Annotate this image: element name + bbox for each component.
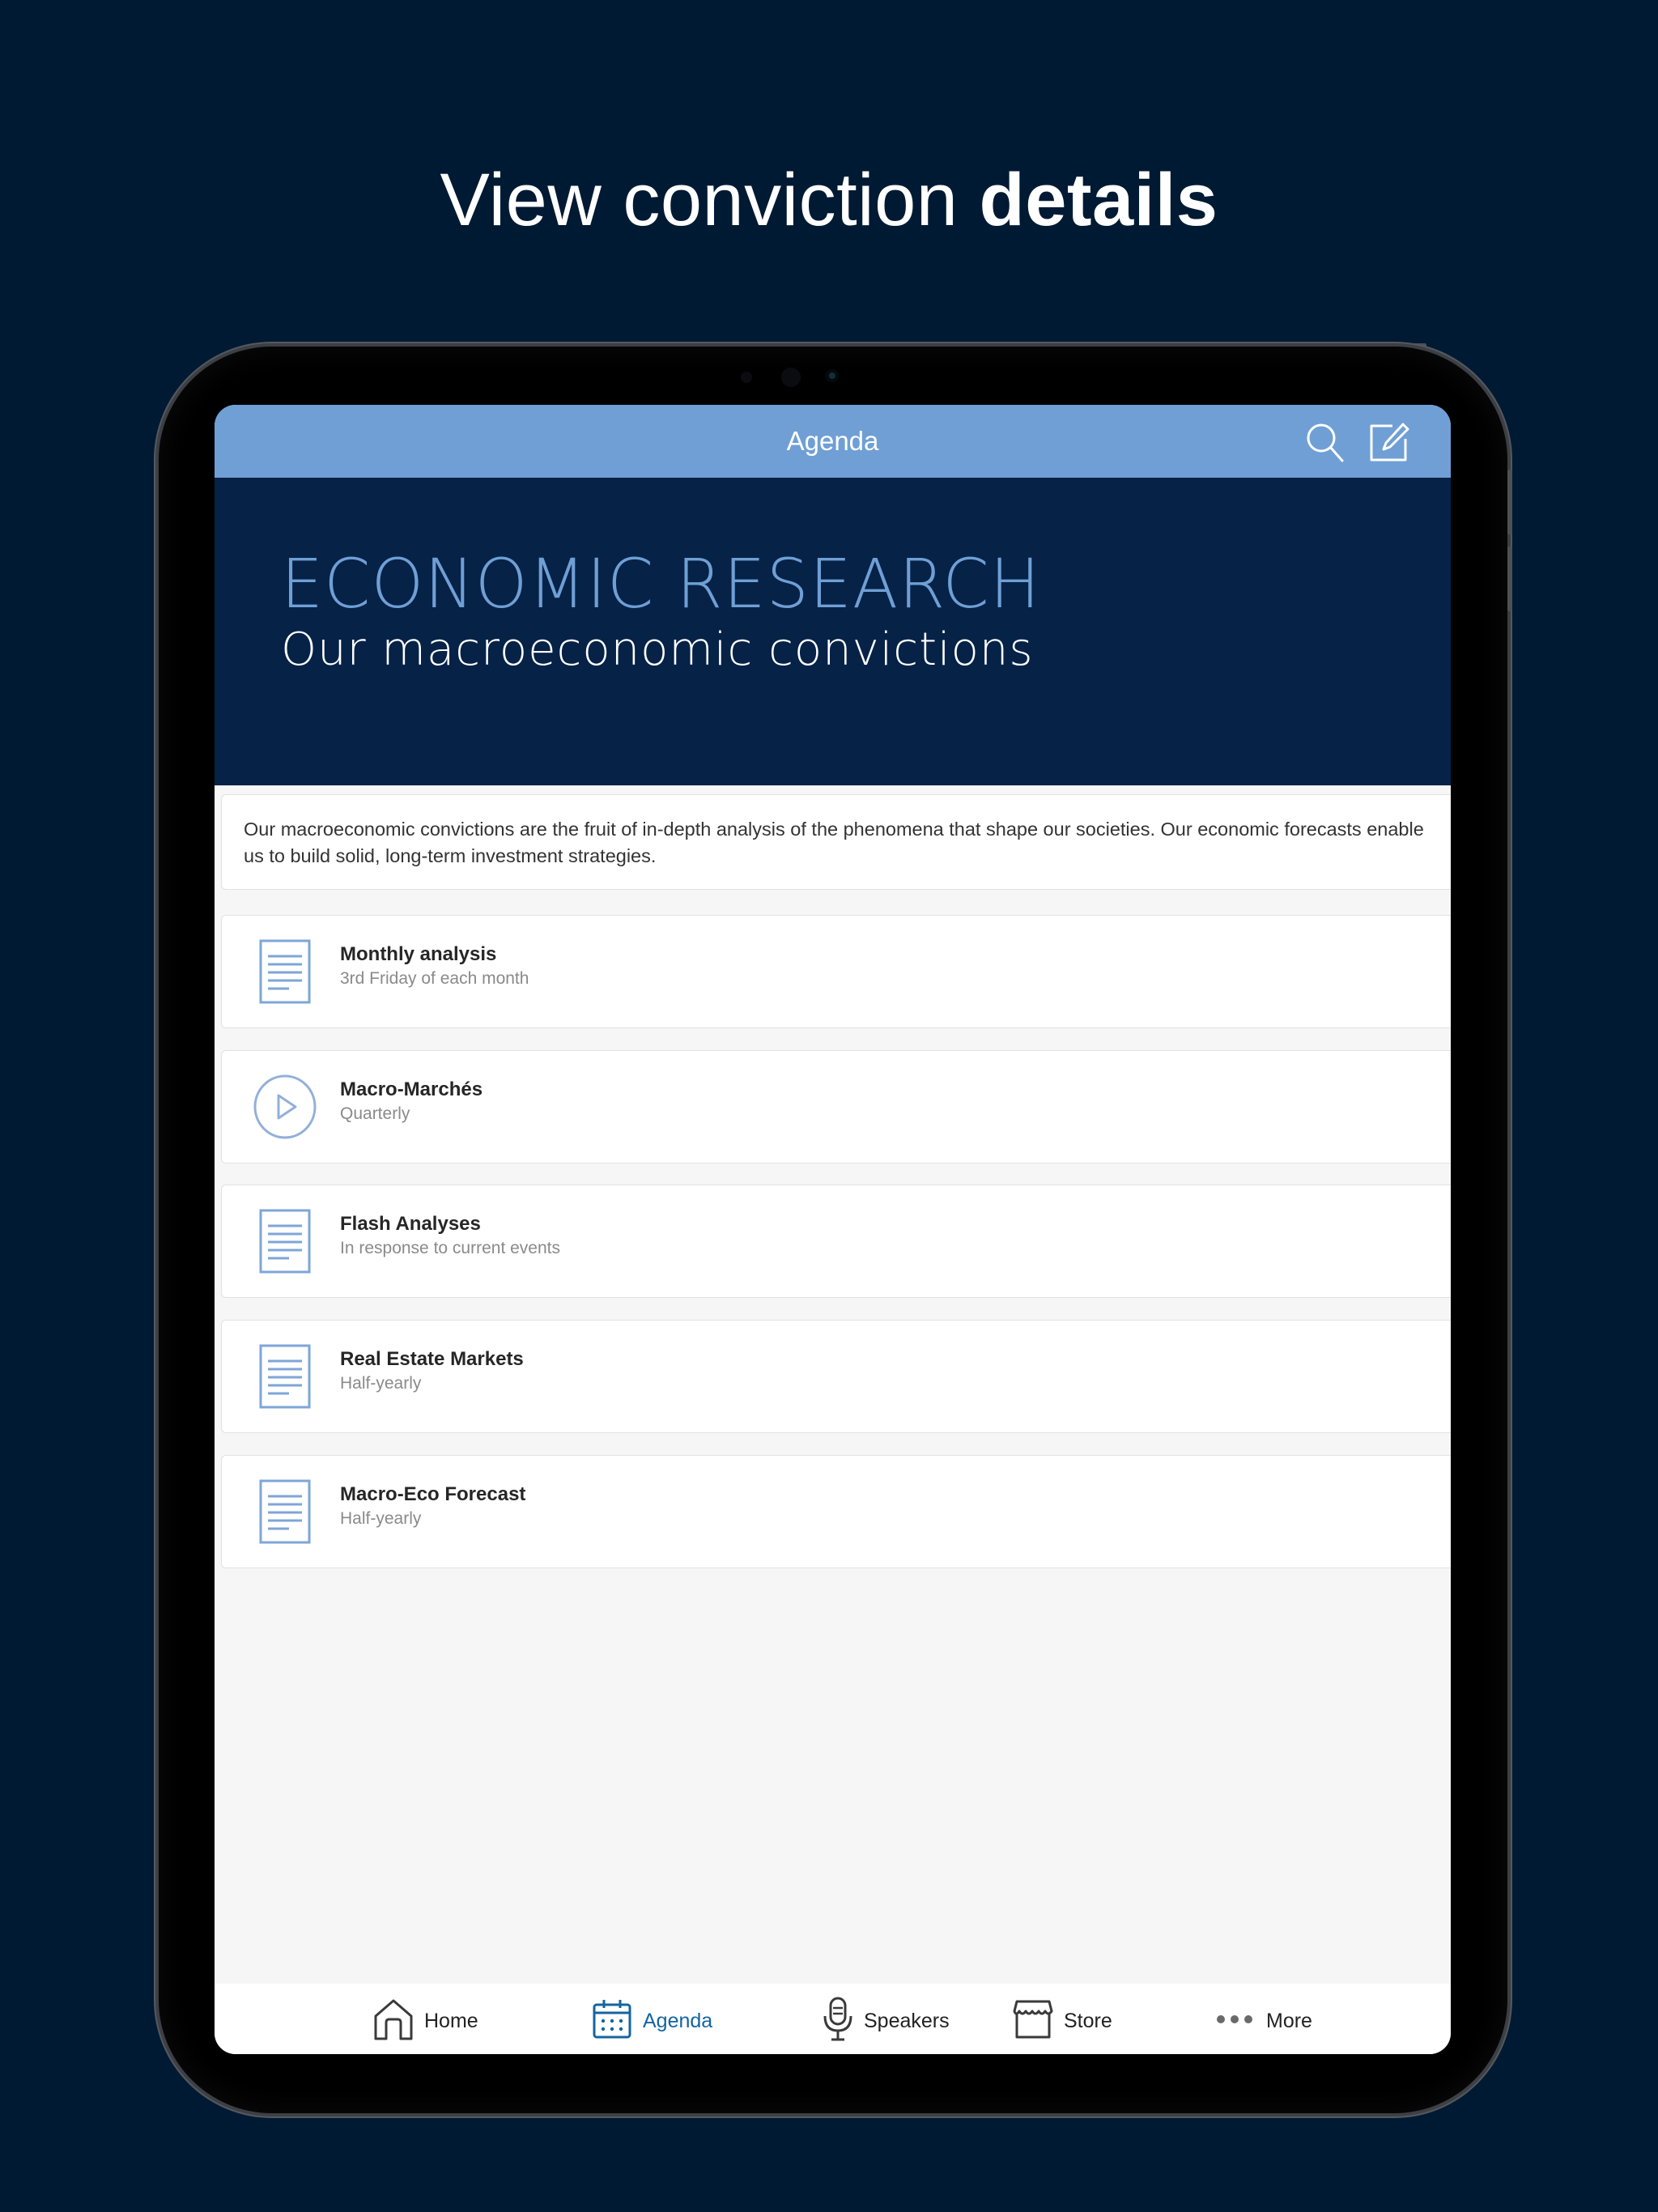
more-icon — [1214, 2011, 1256, 2027]
tab-label: Store — [1064, 2010, 1112, 2032]
tab-speakers[interactable]: Speakers — [822, 1984, 950, 2054]
item-subtitle: 3rd Friday of each month — [340, 969, 529, 988]
sensor — [781, 368, 801, 387]
item-title: Macro-Eco Forecast — [340, 1483, 526, 1505]
tab-store[interactable]: Store — [1012, 1984, 1112, 2054]
item-subtitle: Half-yearly — [340, 1509, 422, 1528]
item-subtitle: Quarterly — [340, 1104, 410, 1123]
front-camera — [826, 369, 839, 382]
volume-up-button — [1507, 470, 1512, 534]
play-icon — [253, 1074, 317, 1140]
page-headline: View conviction details — [0, 158, 1658, 243]
tab-agenda[interactable]: Agenda — [591, 1984, 712, 2054]
app-screen: Agenda ECONOMIC RESEARCH Our macroeconom… — [215, 405, 1451, 2054]
list-item[interactable]: Macro-Marchés Quarterly — [221, 1050, 1451, 1163]
description-text: Our macroeconomic convictions are the fr… — [244, 819, 1424, 866]
store-icon — [1012, 1998, 1054, 2040]
home-icon — [372, 1998, 414, 2040]
bottom-tab-bar: Home Agenda Speakers Store More — [215, 1984, 1451, 2054]
nav-title: Agenda — [786, 426, 879, 456]
list-item[interactable]: Real Estate Markets Half-yearly — [221, 1320, 1451, 1433]
tab-label: Home — [424, 2010, 478, 2032]
sensor — [741, 372, 752, 383]
document-icon — [253, 1343, 317, 1410]
document-icon — [253, 938, 317, 1005]
navigation-bar: Agenda — [215, 405, 1451, 478]
calendar-icon — [591, 1998, 633, 2040]
headline-bold: details — [979, 159, 1218, 241]
banner-title: ECONOMIC RESEARCH — [281, 544, 1041, 623]
banner-subtitle: Our macroeconomic convictions — [281, 623, 1034, 676]
document-icon — [253, 1478, 317, 1545]
description-card: Our macroeconomic convictions are the fr… — [221, 794, 1451, 890]
item-title: Flash Analyses — [340, 1213, 481, 1235]
tab-home[interactable]: Home — [372, 1984, 478, 2054]
tab-label: Speakers — [864, 2010, 950, 2032]
item-title: Monthly analysis — [340, 943, 497, 965]
item-title: Macro-Marchés — [340, 1078, 483, 1100]
microphone-icon — [822, 1997, 854, 2042]
item-subtitle: In response to current events — [340, 1239, 560, 1257]
volume-down-button — [1507, 547, 1512, 611]
hero-banner: ECONOMIC RESEARCH Our macroeconomic conv… — [215, 478, 1451, 785]
list-item[interactable]: Flash Analyses In response to current eve… — [221, 1185, 1451, 1298]
headline-regular: View conviction — [440, 159, 980, 241]
edit-icon[interactable] — [1368, 421, 1410, 463]
list-item[interactable]: Monthly analysis 3rd Friday of each month — [221, 915, 1451, 1028]
document-icon — [253, 1208, 317, 1274]
tab-more[interactable]: More — [1214, 1984, 1312, 2054]
list-item[interactable]: Macro-Eco Forecast Half-yearly — [221, 1455, 1451, 1568]
item-title: Real Estate Markets — [340, 1348, 524, 1370]
item-subtitle: Half-yearly — [340, 1374, 422, 1393]
tab-label: Agenda — [643, 2010, 713, 2032]
search-icon[interactable] — [1303, 421, 1346, 463]
tab-label: More — [1266, 2010, 1312, 2032]
